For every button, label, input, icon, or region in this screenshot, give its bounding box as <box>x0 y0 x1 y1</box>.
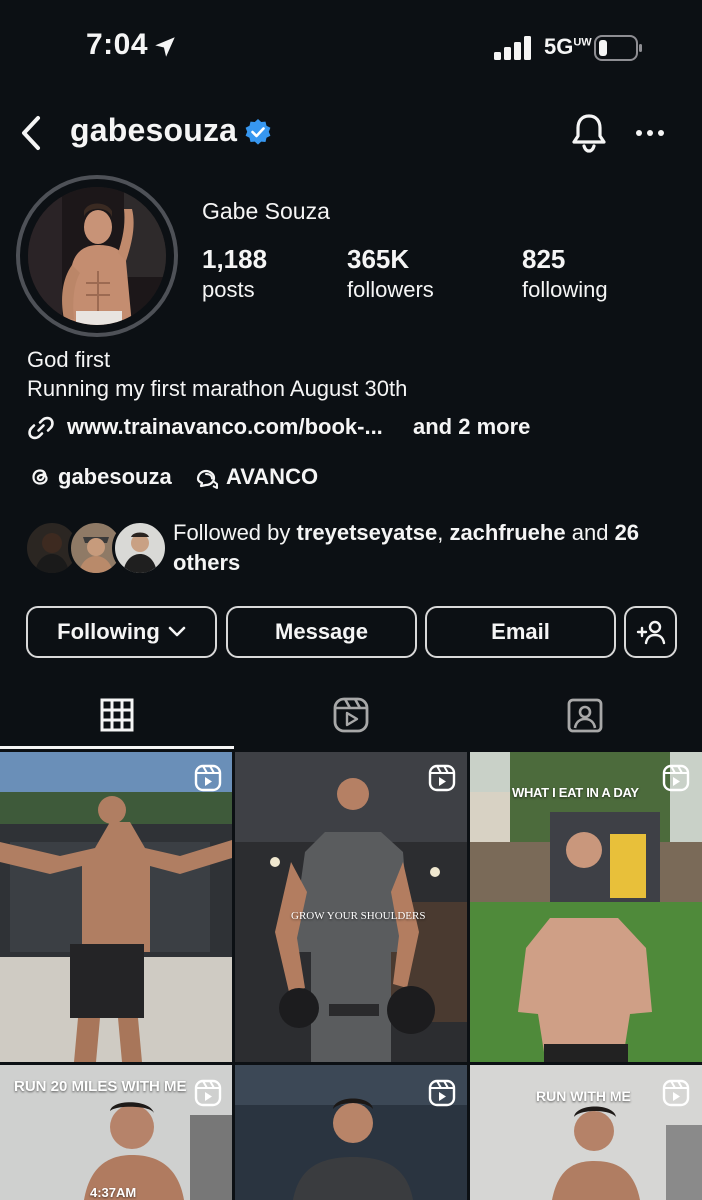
posts-label: posts <box>202 277 255 302</box>
more-options-icon[interactable] <box>628 114 672 152</box>
reel-badge-icon <box>662 1079 690 1107</box>
tab-tagged[interactable] <box>468 680 702 750</box>
active-tab-indicator <box>0 746 234 749</box>
avatar-figure <box>28 187 166 325</box>
tagged-icon <box>567 698 603 733</box>
following-count: 825 <box>522 244 566 274</box>
post-tile[interactable]: GROW YOUR SHOULDERS <box>235 752 467 1062</box>
grid-icon <box>100 698 134 732</box>
posts-grid: GROW YOUR SHOULDERS WHAT I EAT IN A DAY <box>0 752 702 1200</box>
cellular-signal-icon <box>494 36 531 60</box>
post-tile[interactable] <box>235 1065 467 1200</box>
suggested-people-button[interactable] <box>624 606 677 658</box>
posts-count: 1,188 <box>202 244 268 274</box>
following-button-label: Following <box>57 619 160 644</box>
network-type: 5GUW <box>544 34 592 59</box>
followers-stat[interactable]: 365K followers <box>347 244 434 303</box>
reel-badge-icon <box>194 1079 222 1107</box>
community-link[interactable]: AVANCO <box>226 464 318 490</box>
reel-badge-icon <box>194 764 222 792</box>
threads-icon <box>32 469 48 485</box>
display-name: Gabe Souza <box>202 198 330 224</box>
email-button-label: Email <box>491 619 550 644</box>
bell-icon[interactable] <box>568 110 610 156</box>
bio-line-2: Running my first marathon August 30th <box>27 376 408 401</box>
post-thumbnail <box>0 752 232 1062</box>
bio-link-more[interactable]: and 2 more <box>413 414 530 440</box>
reel-badge-icon <box>428 764 456 792</box>
bio-line-1: God first <box>27 347 111 372</box>
post-caption: RUN 20 MILES WITH ME <box>14 1078 187 1095</box>
post-thumbnail <box>235 752 467 1062</box>
verified-badge-icon <box>245 119 271 145</box>
message-button-label: Message <box>275 619 368 644</box>
tab-reels[interactable] <box>234 680 468 750</box>
post-caption: RUN WITH ME <box>536 1088 631 1104</box>
mutual-followers-avatars[interactable] <box>24 520 168 576</box>
post-tile[interactable]: RUN 20 MILES WITH ME 4:37AM <box>0 1065 232 1200</box>
chevron-down-icon <box>168 626 186 637</box>
post-tile[interactable]: WHAT I EAT IN A DAY <box>470 752 702 1062</box>
following-label: following <box>522 277 608 302</box>
post-caption: GROW YOUR SHOULDERS <box>291 910 426 922</box>
link-icon <box>28 416 54 440</box>
following-button[interactable]: Following <box>26 606 217 658</box>
add-person-icon <box>636 620 665 645</box>
avatar-photo <box>28 187 166 325</box>
profile-tabs <box>0 680 702 750</box>
threads-handle[interactable]: gabesouza <box>58 464 172 490</box>
bio-link[interactable]: www.trainavanco.com/book-... <box>67 414 383 440</box>
email-button[interactable]: Email <box>425 606 616 658</box>
back-arrow-icon[interactable] <box>14 112 50 154</box>
status-bar: 7:04 5GUW <box>0 0 702 95</box>
reel-badge-icon <box>428 1079 456 1107</box>
profile-username: gabesouza <box>70 112 238 148</box>
followed-by-text[interactable]: Followed by treyetseyatse, zachfruehe an… <box>173 518 683 578</box>
status-time: 7:04 <box>86 28 149 61</box>
battery-icon <box>594 35 642 61</box>
location-arrow-icon <box>155 37 175 57</box>
post-tile[interactable]: RUN WITH ME <box>470 1065 702 1200</box>
message-button[interactable]: Message <box>226 606 417 658</box>
post-caption: WHAT I EAT IN A DAY <box>512 785 639 800</box>
reel-badge-icon <box>662 764 690 792</box>
post-tile[interactable] <box>0 752 232 1062</box>
profile-avatar[interactable] <box>16 175 178 337</box>
followers-count: 365K <box>347 244 410 274</box>
chat-community-icon <box>196 469 218 489</box>
followers-label: followers <box>347 277 434 302</box>
profile-header: gabesouza <box>0 100 702 166</box>
reels-icon <box>333 697 369 733</box>
following-stat[interactable]: 825 following <box>522 244 608 303</box>
post-time-caption: 4:37AM <box>90 1185 137 1200</box>
mutual-avatar-3 <box>112 520 168 576</box>
posts-stat[interactable]: 1,188 posts <box>202 244 267 303</box>
tab-posts-grid[interactable] <box>0 680 234 750</box>
